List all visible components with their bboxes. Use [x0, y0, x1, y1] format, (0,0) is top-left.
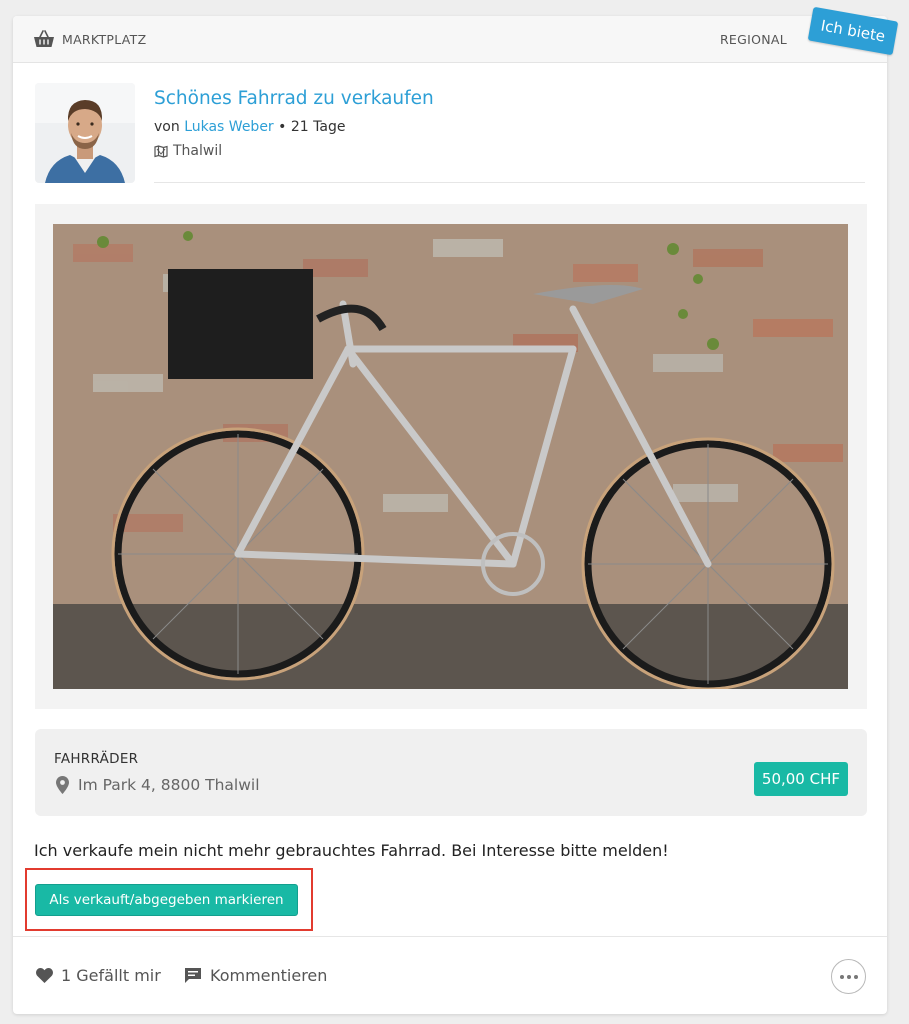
post-age: • 21 Tage — [278, 119, 346, 135]
address: Im Park 4, 8800 Thalwil — [56, 776, 260, 794]
bicycle-photo-image — [53, 224, 848, 689]
post-title[interactable]: Schönes Fahrrad zu verkaufen — [154, 88, 434, 109]
author-avatar[interactable] — [35, 83, 135, 183]
marketplace-post-card: MARKTPLATZ REGIONAL Schönes Fahrrad zu v… — [13, 16, 887, 1014]
post-meta: von Lukas Weber • 21 Tage — [154, 119, 345, 135]
footer-divider — [13, 936, 887, 937]
listing-details: FAHRRÄDER Im Park 4, 8800 Thalwil 50,00 … — [35, 729, 867, 816]
heart-icon — [36, 968, 53, 983]
comment-button[interactable]: Kommentieren — [184, 966, 327, 985]
like-button[interactable]: 1 Gefällt mir — [36, 966, 161, 985]
section-label: MARKTPLATZ — [62, 32, 147, 47]
divider — [154, 182, 865, 183]
address-text: Im Park 4, 8800 Thalwil — [78, 776, 260, 794]
author-link[interactable]: Lukas Weber — [184, 119, 274, 135]
avatar-image — [35, 83, 135, 183]
basket-icon — [34, 30, 54, 47]
more-icon-dot — [839, 974, 844, 979]
more-icon-dot — [853, 974, 858, 979]
category-label: FAHRRÄDER — [54, 751, 139, 767]
comment-icon — [185, 968, 201, 983]
like-label: 1 Gefällt mir — [61, 966, 161, 985]
post-location: Thalwil — [154, 143, 222, 159]
location-label: Thalwil — [173, 143, 223, 159]
location-pin-icon — [56, 776, 69, 794]
map-icon — [154, 144, 168, 158]
scope-label: REGIONAL — [719, 32, 787, 47]
post-header: MARKTPLATZ REGIONAL — [13, 16, 887, 63]
by-prefix: von — [154, 119, 180, 135]
bicycle-photo[interactable] — [53, 224, 848, 689]
comment-label: Kommentieren — [210, 966, 328, 985]
more-options-button[interactable] — [831, 959, 866, 994]
price-badge: 50,00 CHF — [753, 762, 848, 796]
post-description: Ich verkaufe mein nicht mehr gebrauchtes… — [34, 841, 669, 860]
mark-sold-button[interactable]: Als verkauft/abgegeben markieren — [35, 884, 298, 916]
more-icon-dot — [846, 974, 851, 979]
